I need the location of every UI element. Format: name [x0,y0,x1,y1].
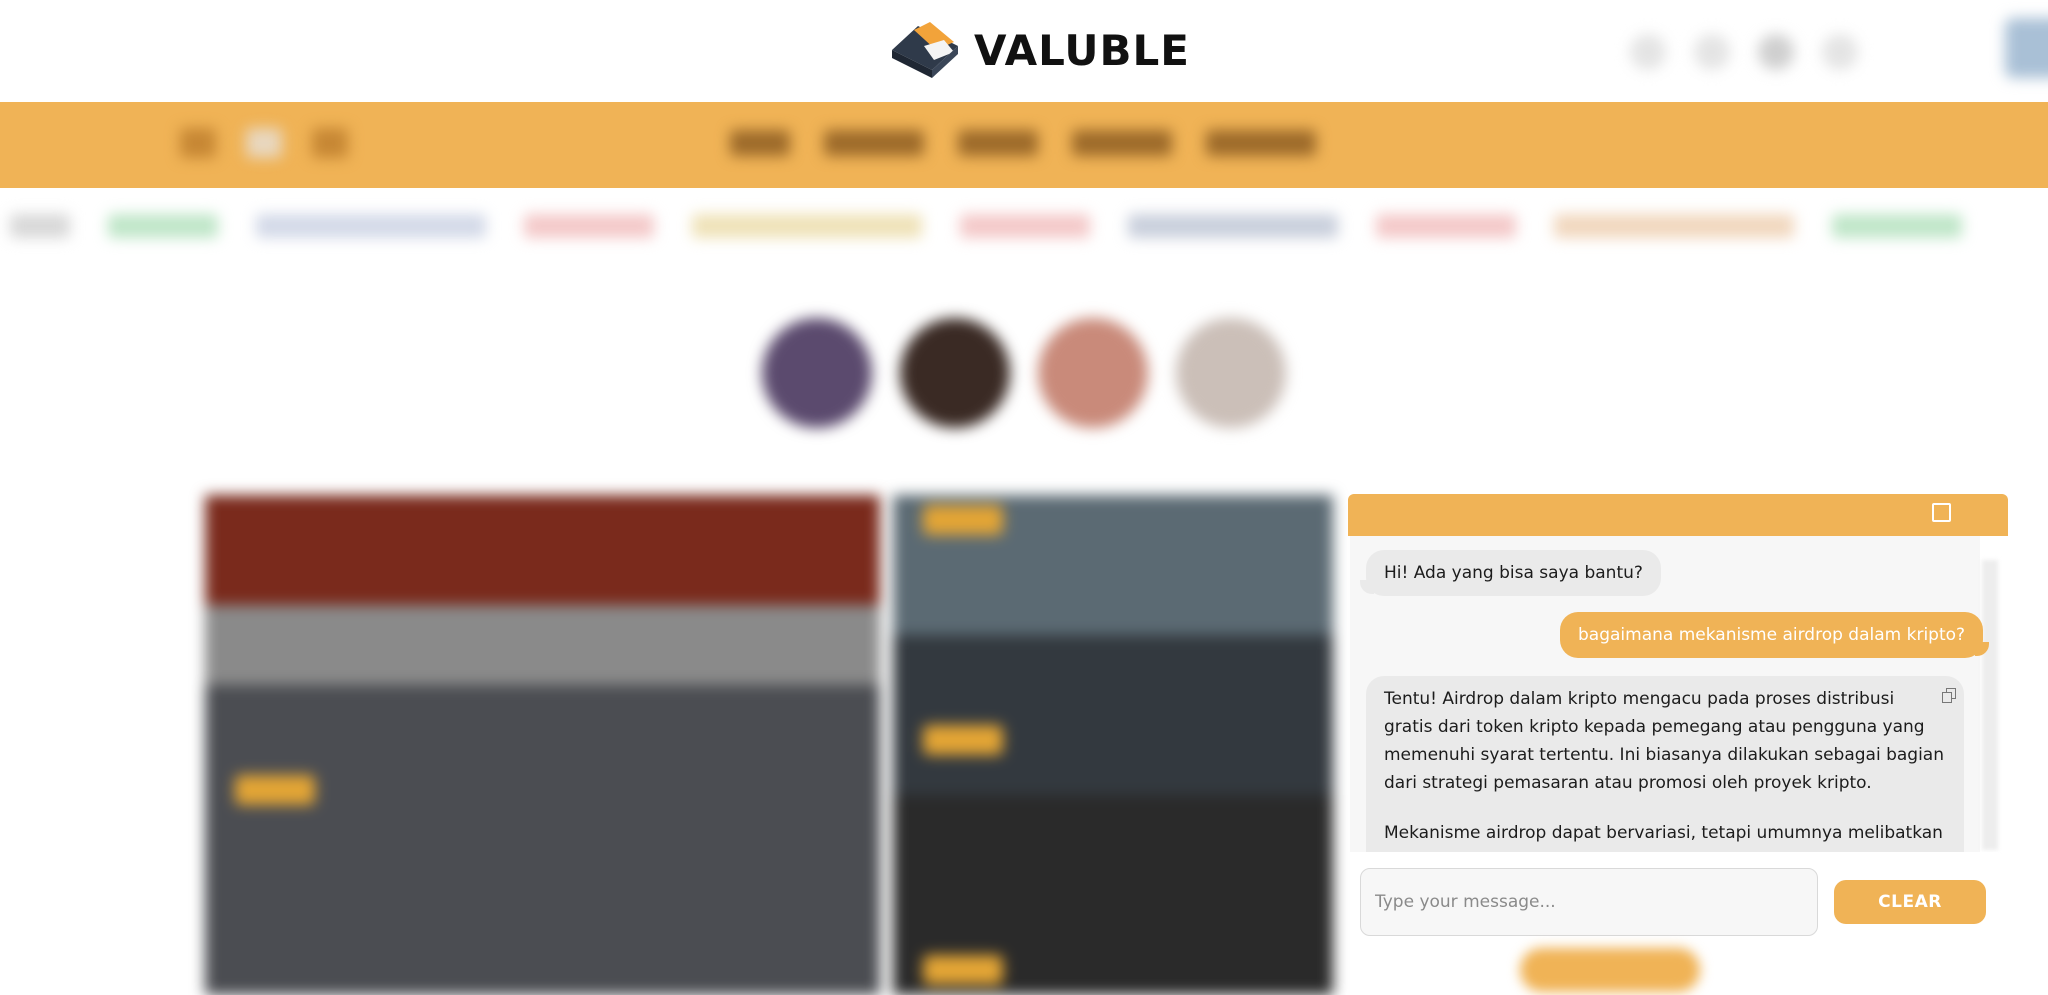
card-category-badge [923,505,1003,535]
globe-icon[interactable] [1694,34,1730,70]
nav-item[interactable] [1072,130,1172,156]
clear-button[interactable]: CLEAR [1834,880,1986,924]
bot-message: Tentu! Airdrop dalam kripto mengacu pada… [1366,676,1964,866]
brand-name: VALUBLE [974,25,1190,75]
user-message: bagaimana mekanisme airdrop dalam kripto… [1560,612,1990,658]
chat-header [1348,494,2008,536]
ticker-item[interactable] [1832,214,1962,238]
story-avatar[interactable] [900,318,1010,428]
settings-icon[interactable] [1822,34,1858,70]
expand-icon[interactable] [1932,503,1951,522]
nav-items [730,130,1316,156]
ticker-item[interactable] [692,214,922,238]
card-category-badge [923,955,1003,985]
ticker-item[interactable] [256,214,486,238]
chat-message-input[interactable] [1360,868,1818,936]
valuble-logo-icon [892,22,958,78]
bot-message-paragraph: Mekanisme airdrop dapat bervariasi, teta… [1384,823,1943,843]
nav-left-group [180,128,348,158]
story-avatar[interactable] [1176,318,1286,428]
news-card-small[interactable] [893,495,1333,995]
nav-item[interactable] [958,130,1038,156]
ticker-item[interactable] [524,214,654,238]
site-logo[interactable]: VALUBLE [888,18,1190,82]
nav-item[interactable] [1206,130,1316,156]
story-avatar[interactable] [1038,318,1148,428]
ticker-item[interactable] [108,214,218,238]
news-card-large[interactable] [205,495,880,995]
card-category-badge [923,725,1003,755]
ticker-item[interactable] [1128,214,1338,238]
story-avatar[interactable] [762,318,872,428]
page-action-button[interactable] [1520,948,1700,992]
bot-message-paragraph: Tentu! Airdrop dalam kripto mengacu pada… [1384,689,1945,793]
nav-item[interactable] [730,130,790,156]
header-icons [1630,34,1858,70]
site-header: VALUBLE [0,0,2048,100]
nav-search-icon[interactable] [312,128,348,158]
copy-icon[interactable] [1942,688,1956,703]
nav-menu-icon[interactable] [180,128,216,158]
ticker-item[interactable] [1376,214,1516,238]
chat-scrollbar[interactable] [1982,560,1998,850]
nav-item[interactable] [824,130,924,156]
user-avatar[interactable] [2005,18,2048,78]
search-icon[interactable] [1630,34,1666,70]
bot-message: Hi! Ada yang bisa saya bantu? [1360,550,1661,596]
price-ticker [0,198,2048,254]
card-category-badge [235,775,315,805]
ticker-item[interactable] [960,214,1090,238]
main-nav [0,102,2048,188]
story-avatars [762,318,1286,428]
ticker-item[interactable] [10,214,70,238]
nav-home-icon[interactable] [246,128,282,158]
ticker-item[interactable] [1554,214,1794,238]
bell-icon[interactable] [1758,34,1794,70]
